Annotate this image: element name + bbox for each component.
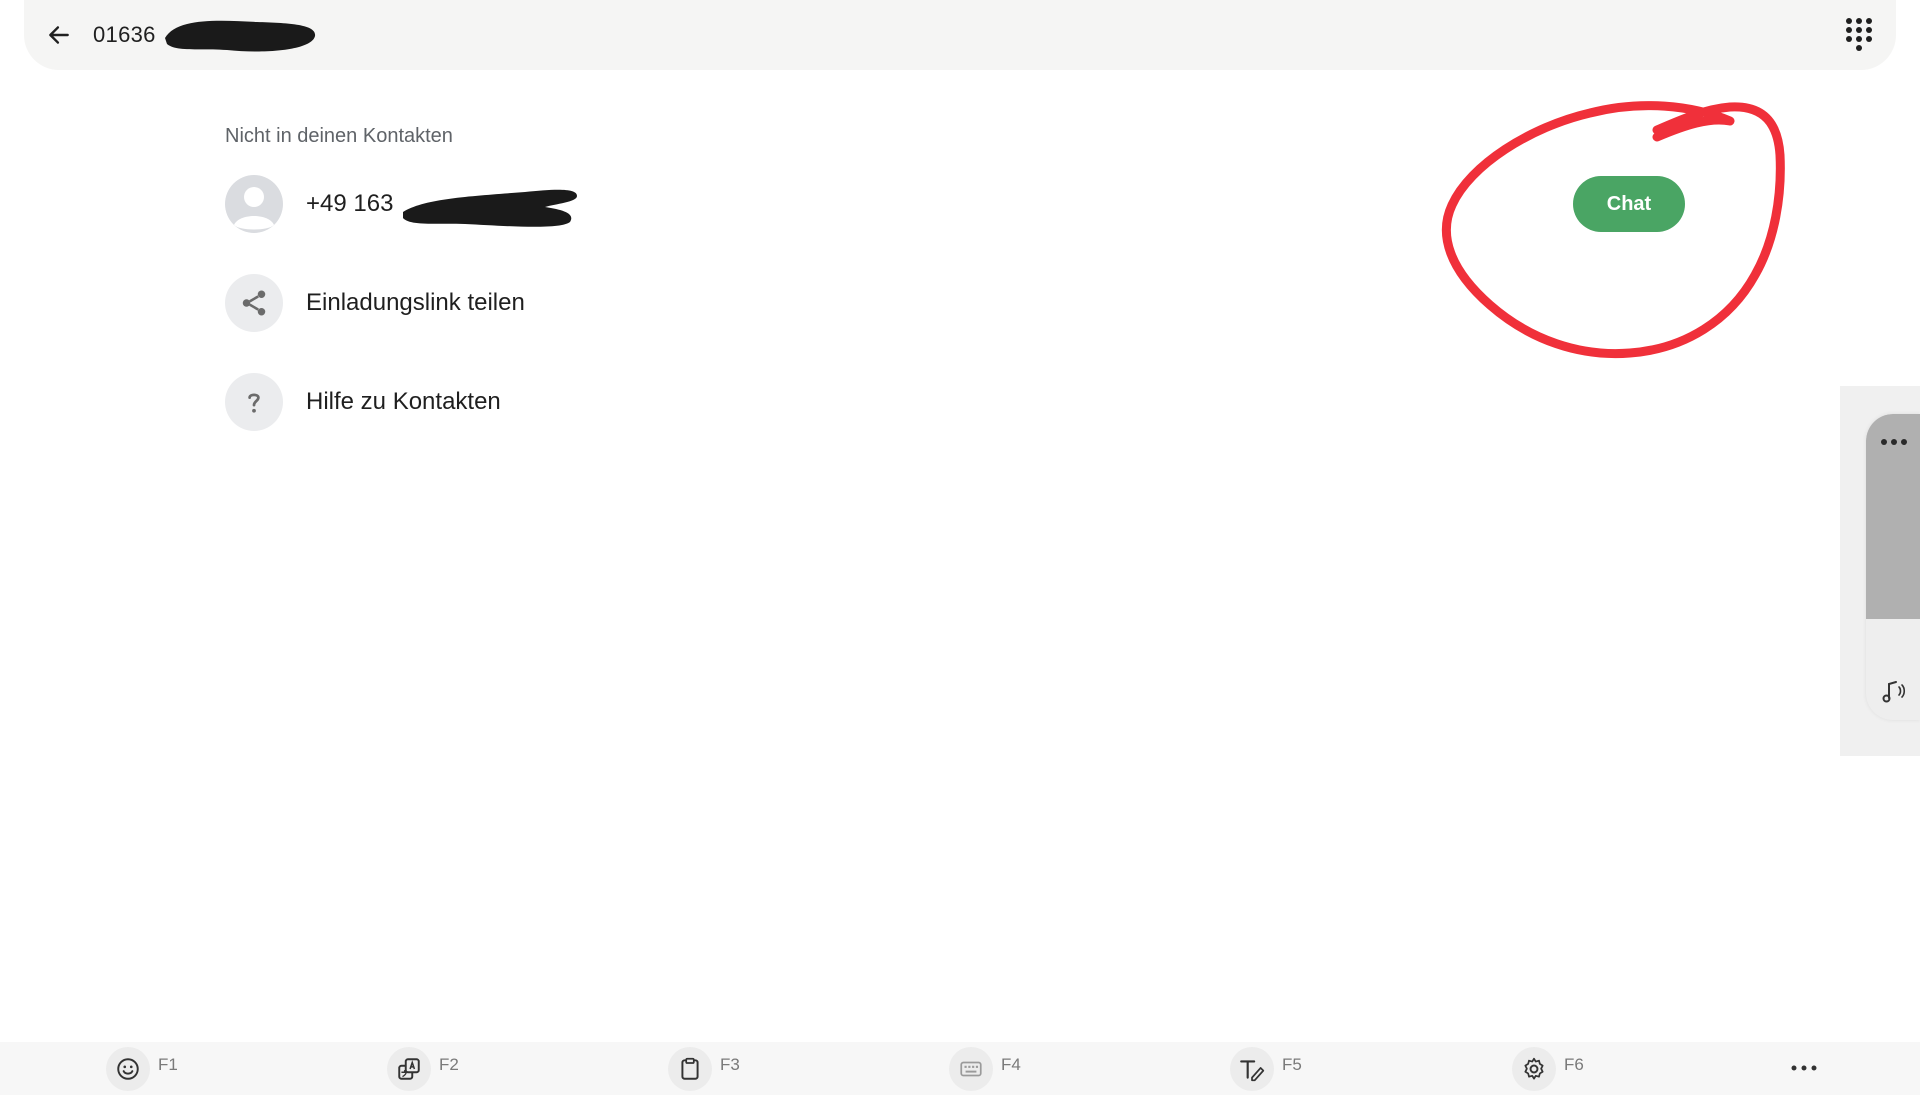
contacts-help-row[interactable]: Hilfe zu Kontakten [225,373,501,431]
back-button[interactable] [44,20,74,50]
f4-label: F4 [1001,1055,1021,1074]
volume-slider[interactable] [1866,414,1920,720]
bottom-toolbar: F1 F2 F3 F4 F5 F6 [0,1042,1920,1095]
share-invite-link-row[interactable]: Einladungslink teilen [225,274,525,332]
f3-label: F3 [720,1055,740,1074]
f6-icon-box [1512,1047,1556,1091]
settings-icon [1524,1057,1544,1080]
dialpad-button[interactable] [1844,17,1874,53]
f2-label: F2 [439,1055,459,1074]
f4-icon-box [949,1047,993,1091]
more-horizontal-icon[interactable] [1879,436,1909,448]
f3-icon-box [668,1047,712,1091]
f5-icon-box [1230,1047,1274,1091]
person-avatar-icon [225,175,283,233]
arrow-left-icon [49,26,69,44]
f5-label: F5 [1282,1055,1302,1074]
emoji-icon [117,1058,139,1080]
f6-label: F6 [1564,1055,1584,1074]
side-panel [1840,386,1920,756]
more-horizontal-icon[interactable] [1788,1058,1820,1078]
share-icon-circle [225,274,283,332]
f2-icon-box [387,1047,431,1091]
redaction-scribble [403,189,577,227]
music-note-icon[interactable] [1878,676,1910,708]
keyboard-icon [960,1061,982,1077]
contacts-help-label: Hilfe zu Kontakten [306,388,501,415]
redaction-scribble [165,20,316,52]
contact-row: +49 163 [225,175,393,233]
f1-icon-box [106,1047,150,1091]
share-invite-link-label: Einladungslink teilen [306,289,525,316]
avatar [225,175,283,233]
dialpad-icon [1846,18,1872,51]
help-icon-circle [225,373,283,431]
share-icon [242,290,266,316]
annotation-circle [1441,101,1785,359]
f1-label: F1 [158,1055,178,1074]
phone-number: +49 163 [306,190,394,217]
help-icon [248,393,260,413]
clipboard-icon [681,1057,699,1080]
text-style-icon [1240,1060,1265,1082]
section-label: Nicht in deinen Kontakten [225,125,453,147]
dialed-number[interactable]: 01636 [93,22,156,48]
translate-icon [398,1058,420,1080]
